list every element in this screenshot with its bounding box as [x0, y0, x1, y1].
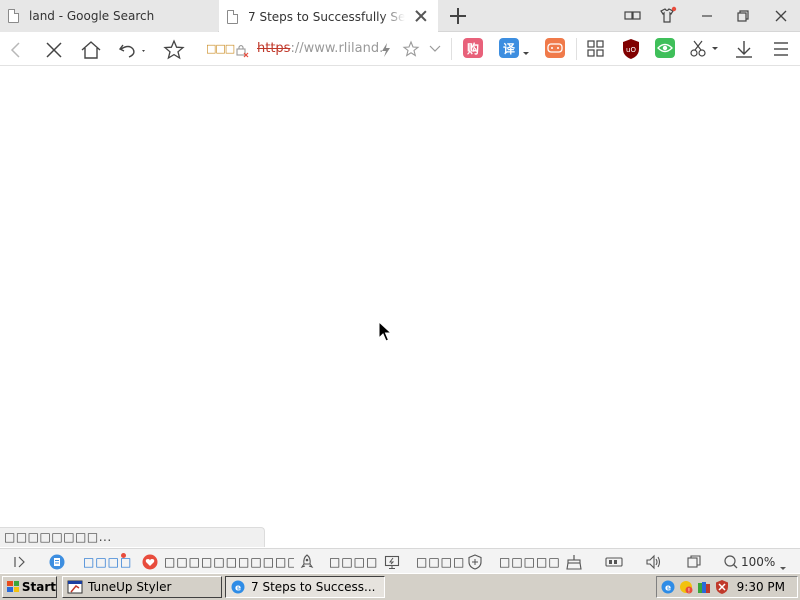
status-item-3[interactable]: □□□□ — [329, 549, 378, 574]
hardware-accel-icon[interactable] — [604, 549, 624, 574]
close-window-icon[interactable] — [770, 6, 792, 26]
new-tab-button[interactable] — [448, 6, 468, 26]
chevron-down-icon[interactable] — [780, 560, 786, 574]
address-prefix: □□□ — [206, 42, 235, 55]
menu-icon[interactable] — [772, 40, 790, 61]
svg-text:e: e — [665, 584, 671, 594]
address-dropdown-icon[interactable] — [428, 43, 442, 58]
browser-tray-icon[interactable]: e — [660, 579, 676, 595]
start-button[interactable]: Start — [2, 576, 57, 598]
page-icon — [227, 9, 238, 24]
rocket-icon[interactable] — [299, 549, 315, 574]
download-icon[interactable] — [734, 39, 754, 62]
home-icon[interactable] — [79, 38, 103, 62]
restore-icon[interactable] — [732, 6, 754, 26]
status-item-5[interactable]: □□□□□ — [499, 549, 561, 574]
divider — [451, 38, 452, 60]
mouse-cursor-icon — [378, 320, 393, 346]
screenshot-scissors-icon[interactable] — [689, 40, 719, 61]
task-label: 7 Steps to Success... — [251, 580, 376, 594]
tab-active-article[interactable]: 7 Steps to Successfully Sell L — [219, 0, 438, 33]
page-icon — [8, 9, 19, 23]
close-tab-icon[interactable] — [414, 9, 428, 23]
heart-icon[interactable] — [142, 549, 158, 574]
windows-taskbar: Start TuneUp Styler e 7 Steps to Success… — [0, 573, 800, 600]
status-item-4[interactable]: □□□□ — [416, 549, 465, 574]
taskbar-clock[interactable]: 9:30 PM — [737, 580, 785, 594]
window-switch-icon[interactable] — [686, 549, 702, 574]
volume-icon[interactable] — [645, 549, 663, 574]
shield-tray-icon[interactable] — [714, 579, 730, 595]
url-text[interactable]: https://www.rliland. — [257, 41, 383, 56]
stop-loading-icon[interactable] — [42, 38, 66, 62]
svg-text:!: ! — [688, 588, 690, 595]
lightning-icon[interactable] — [380, 42, 392, 61]
task-label: TuneUp Styler — [88, 580, 172, 594]
back-icon[interactable] — [4, 38, 28, 62]
page-viewport[interactable] — [0, 67, 800, 527]
clean-brush-icon[interactable] — [565, 549, 583, 574]
screen-capture-icon[interactable] — [384, 549, 400, 574]
url-scheme: https — [257, 41, 291, 56]
shopping-extension-icon[interactable]: 购 — [463, 38, 483, 58]
minimize-icon[interactable] — [696, 6, 718, 26]
windows-logo-icon — [7, 581, 19, 592]
task-tuneup-styler[interactable]: TuneUp Styler — [62, 576, 222, 598]
insecure-lock-icon — [234, 42, 250, 61]
notification-dot — [121, 553, 126, 558]
url-rest: ://www.rliland. — [290, 41, 384, 56]
tab-title: land - Google Search — [29, 9, 155, 23]
game-extension-icon[interactable] — [545, 38, 565, 58]
system-tray: e ! 9:30 PM — [656, 576, 798, 598]
translate-extension-icon[interactable]: 译 — [499, 38, 519, 58]
browser-app-icon: e — [231, 580, 245, 594]
undo-close-tab-icon[interactable] — [117, 38, 151, 62]
eye-protect-icon[interactable] — [655, 38, 675, 58]
notes-icon[interactable] — [49, 549, 65, 574]
security-tray-icon[interactable]: ! — [678, 579, 694, 595]
apps-grid-icon[interactable] — [587, 40, 605, 61]
bookmark-star-icon[interactable] — [162, 38, 186, 62]
zoom-level[interactable]: 100% — [741, 549, 775, 574]
tuneup-app-icon — [67, 580, 83, 594]
svg-text:e: e — [235, 584, 241, 594]
tab-google-search[interactable]: land - Google Search — [0, 0, 218, 32]
skin-shirt-icon[interactable] — [656, 6, 678, 26]
books-tray-icon[interactable] — [696, 579, 712, 595]
tile-tabs-icon[interactable] — [622, 6, 644, 26]
task-browser-window[interactable]: e 7 Steps to Success... — [225, 576, 385, 598]
tab-strip: land - Google Search 7 Steps to Successf… — [0, 0, 800, 33]
sidebar-toggle-icon[interactable] — [12, 549, 28, 574]
shield-icon[interactable] — [467, 549, 483, 574]
tab-title: 7 Steps to Successfully Sell L — [248, 9, 405, 24]
start-label: Start — [21, 580, 56, 594]
loading-status-text: □□□□□□□□... — [0, 527, 265, 547]
zoom-icon[interactable] — [723, 549, 739, 574]
status-item-2[interactable]: □□□□□□□□□□□□□... — [164, 549, 294, 574]
ublock-shield-icon[interactable]: uO — [621, 38, 641, 63]
chevron-down-icon[interactable] — [522, 46, 530, 60]
browser-status-bar: □□□□ □□□□□□□□□□□□□... □□□□ □□□□ □□□□□ 10… — [0, 548, 800, 573]
favorite-star-icon[interactable] — [402, 40, 420, 61]
svg-text:uO: uO — [626, 46, 636, 54]
divider — [576, 38, 577, 60]
